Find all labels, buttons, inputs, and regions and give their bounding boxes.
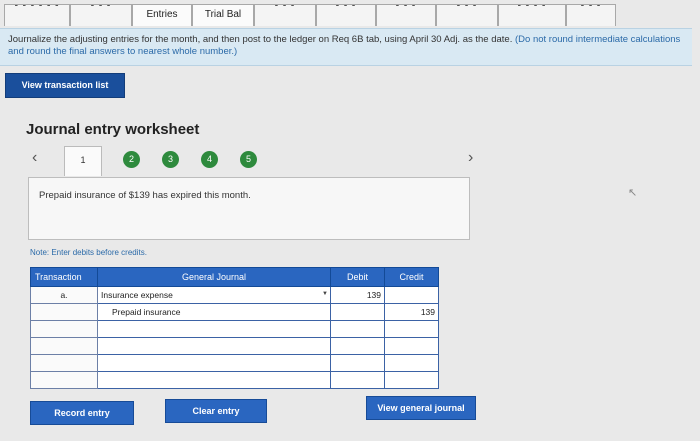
debit-field[interactable]: [330, 303, 385, 321]
credit-field[interactable]: [384, 320, 439, 338]
account-field[interactable]: [97, 354, 331, 372]
account-field[interactable]: Insurance expense ▼: [97, 286, 331, 304]
view-transaction-list-button[interactable]: View transaction list: [5, 73, 125, 98]
step-4[interactable]: 4: [201, 151, 218, 168]
tab-9[interactable]: - - - -: [498, 4, 566, 26]
transaction-cell[interactable]: [30, 354, 98, 372]
account-field[interactable]: [97, 320, 331, 338]
transaction-cell[interactable]: [30, 303, 98, 321]
worksheet-title: Journal entry worksheet: [26, 121, 200, 138]
step-1[interactable]: 1: [64, 146, 102, 176]
account-field[interactable]: [97, 337, 331, 355]
account-field[interactable]: Prepaid insurance: [97, 303, 331, 321]
instruction-text: Journalize the adjusting entries for the…: [8, 34, 513, 45]
tab-trial-bal[interactable]: Trial Bal: [192, 4, 254, 26]
col-debit: Debit: [330, 267, 385, 287]
account-field[interactable]: [97, 371, 331, 389]
instruction-banner: Journalize the adjusting entries for the…: [0, 28, 692, 66]
debits-note: Note: Enter debits before credits.: [30, 248, 147, 257]
next-arrow-icon[interactable]: ›: [468, 149, 473, 167]
description-text: Prepaid insurance of $139 has expired th…: [39, 190, 251, 201]
tab-7[interactable]: - - -: [376, 4, 436, 26]
table-row: [30, 371, 439, 389]
table-row: Prepaid insurance 139: [30, 303, 439, 321]
tab-8[interactable]: - - -: [436, 4, 498, 26]
step-2[interactable]: 2: [123, 151, 140, 168]
credit-field[interactable]: [384, 371, 439, 389]
tab-6[interactable]: - - -: [316, 4, 376, 26]
mouse-cursor-icon: ↖: [628, 187, 638, 199]
debit-field[interactable]: [330, 371, 385, 389]
table-row: [30, 354, 439, 372]
tab-entries[interactable]: Entries: [132, 4, 192, 26]
tab-10[interactable]: - - -: [566, 4, 616, 26]
col-general-journal: General Journal: [97, 267, 331, 287]
step-5[interactable]: 5: [240, 151, 257, 168]
col-transaction: Transaction: [30, 267, 98, 287]
clear-entry-button[interactable]: Clear entry: [165, 399, 267, 423]
credit-field[interactable]: 139: [384, 303, 439, 321]
transaction-description: Prepaid insurance of $139 has expired th…: [28, 177, 470, 240]
debit-field[interactable]: [330, 354, 385, 372]
account-label: Insurance expense: [101, 290, 173, 300]
debit-field[interactable]: [330, 320, 385, 338]
journal-table: Transaction General Journal Debit Credit…: [30, 267, 439, 389]
tab-2[interactable]: - - -: [70, 4, 132, 26]
table-row: [30, 320, 439, 338]
tab-5[interactable]: - - -: [254, 4, 316, 26]
tab-1[interactable]: - - - - - -: [4, 4, 70, 26]
tab-bar: - - - - - - - - - Entries Trial Bal - - …: [0, 0, 700, 28]
transaction-cell[interactable]: a.: [30, 286, 98, 304]
prev-arrow-icon[interactable]: ‹: [32, 149, 37, 167]
table-row: [30, 337, 439, 355]
transaction-cell[interactable]: [30, 337, 98, 355]
debit-field[interactable]: 139: [330, 286, 385, 304]
transaction-cell[interactable]: [30, 371, 98, 389]
credit-field[interactable]: [384, 337, 439, 355]
table-row: a. Insurance expense ▼ 139: [30, 286, 439, 304]
debit-field[interactable]: [330, 337, 385, 355]
credit-field[interactable]: [384, 286, 439, 304]
transaction-cell[interactable]: [30, 320, 98, 338]
col-credit: Credit: [384, 267, 439, 287]
view-general-journal-button[interactable]: View general journal: [366, 396, 476, 420]
chevron-down-icon[interactable]: ▼: [322, 291, 328, 297]
credit-field[interactable]: [384, 354, 439, 372]
record-entry-button[interactable]: Record entry: [30, 401, 134, 425]
step-3[interactable]: 3: [162, 151, 179, 168]
transaction-dropdown[interactable]: a.: [60, 290, 67, 300]
